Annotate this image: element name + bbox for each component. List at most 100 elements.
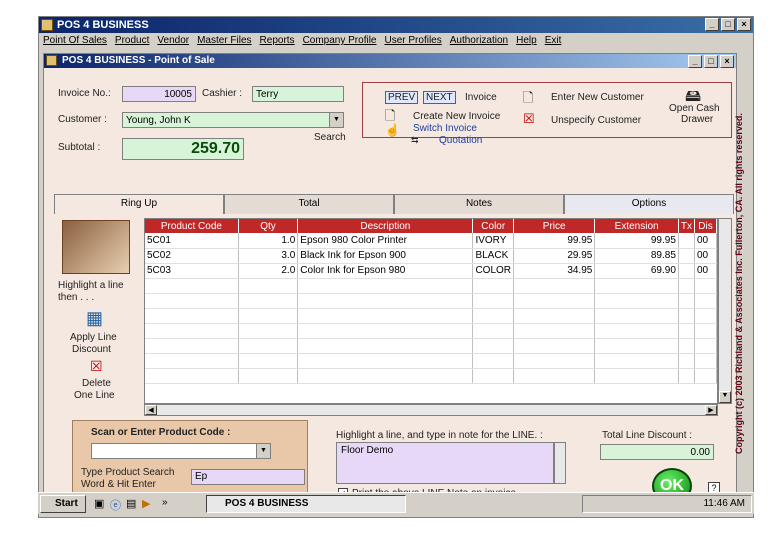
tab-total[interactable]: Total: [224, 194, 394, 214]
table-cell: [678, 353, 696, 369]
menu-user-profiles[interactable]: User Profiles: [384, 33, 441, 49]
table-cell: [145, 353, 239, 369]
customer-select[interactable]: Young, John K ▼: [122, 112, 344, 128]
taskbar-item-pos[interactable]: POS 4 BUSINESS: [206, 495, 406, 513]
actions-panel: PREV NEXT Invoice 🗋 Create New Invoice S…: [362, 82, 732, 146]
empty-row[interactable]: [145, 368, 717, 384]
chevron-down-icon[interactable]: ▼: [329, 113, 343, 127]
menu-point-of-sales[interactable]: Point Of Sales: [43, 33, 107, 49]
tab-ring-up[interactable]: Ring Up: [54, 194, 224, 214]
header-tx[interactable]: Tx: [678, 219, 696, 233]
menu-bar: Point Of Sales Product Vendor Master Fil…: [39, 33, 753, 49]
customer-label: Customer :: [58, 114, 107, 125]
calculator-icon[interactable]: ▦: [86, 308, 103, 329]
product-code-dropdown-icon[interactable]: ▼: [256, 444, 270, 458]
quicklaunch-desktop-icon[interactable]: ▣: [94, 497, 104, 510]
menu-company-profile[interactable]: Company Profile: [303, 33, 377, 49]
table-cell: [513, 338, 596, 354]
header-qty[interactable]: Qty: [238, 219, 299, 233]
menu-reports[interactable]: Reports: [260, 33, 295, 49]
unspecify-icon: ☒: [523, 111, 535, 126]
header-price[interactable]: Price: [513, 219, 596, 233]
quicklaunch-media-icon[interactable]: ▶: [142, 497, 150, 510]
next-button[interactable]: NEXT: [423, 91, 456, 104]
header-extension[interactable]: Extension: [594, 219, 679, 233]
apply-discount-button-2[interactable]: Discount: [72, 344, 111, 355]
enter-customer-button[interactable]: Enter New Customer: [551, 92, 644, 103]
scroll-left-icon[interactable]: ◀: [145, 405, 157, 415]
table-cell: [694, 368, 717, 384]
pos-close-button[interactable]: ×: [720, 55, 734, 68]
tab-options[interactable]: Options: [564, 194, 734, 214]
table-cell: [238, 278, 299, 294]
open-drawer-label-2[interactable]: Drawer: [681, 114, 713, 125]
line-note-textarea[interactable]: Floor Demo: [336, 442, 554, 484]
grid-horizontal-scrollbar[interactable]: ◀ ▶: [144, 404, 718, 416]
empty-row[interactable]: [145, 278, 717, 294]
quotation-button[interactable]: Quotation: [439, 135, 482, 146]
menu-vendor[interactable]: Vendor: [157, 33, 189, 49]
header-product-code[interactable]: Product Code: [145, 219, 239, 233]
table-cell: [238, 353, 299, 369]
tab-notes[interactable]: Notes: [394, 194, 564, 214]
product-code-select[interactable]: ▼: [91, 443, 271, 459]
table-row[interactable]: 5C02 3.0 Black Ink for Epson 900 BLACK 29.95…: [145, 248, 717, 264]
search-link[interactable]: Search: [314, 132, 346, 143]
table-cell: [238, 323, 299, 339]
empty-row[interactable]: [145, 293, 717, 309]
empty-row[interactable]: [145, 353, 717, 369]
header-dis[interactable]: Dis: [694, 219, 717, 233]
quicklaunch-folder-icon[interactable]: ▤: [126, 497, 136, 510]
prev-button[interactable]: PREV: [385, 91, 419, 104]
taskbar-item-label: POS 4 BUSINESS: [225, 498, 309, 509]
delete-icon[interactable]: ☒: [90, 358, 103, 375]
start-button[interactable]: Start: [40, 495, 86, 513]
note-label: Highlight a line, and type in note for t…: [336, 430, 543, 441]
switch-invoice-button[interactable]: Switch Invoice: [413, 123, 477, 134]
table-cell: Color Ink for Epson 980: [297, 263, 474, 279]
header-color[interactable]: Color: [472, 219, 515, 233]
open-drawer-label-1[interactable]: Open Cash: [669, 103, 720, 114]
table-row[interactable]: 5C01 1.0 Epson 980 Color Printer IVORY 99.95…: [145, 233, 717, 249]
menu-product[interactable]: Product: [115, 33, 149, 49]
table-cell: IVORY: [472, 233, 515, 249]
note-scrollbar[interactable]: [554, 442, 566, 484]
clock[interactable]: 11:46 AM: [703, 498, 745, 509]
taskbar-chevron[interactable]: »: [162, 497, 168, 508]
quicklaunch-ie-icon[interactable]: ⓔ: [110, 497, 121, 513]
scroll-right-icon[interactable]: ▶: [705, 405, 717, 415]
line-items-grid[interactable]: Product Code Qty Description Color Price…: [144, 218, 718, 404]
cashier-field[interactable]: Terry: [252, 86, 344, 102]
maximize-button[interactable]: □: [721, 18, 735, 31]
delete-line-button-1[interactable]: Delete: [82, 378, 111, 389]
tab-bar: Ring Up Total Notes Options: [54, 194, 734, 214]
menu-exit[interactable]: Exit: [545, 33, 562, 49]
menu-help[interactable]: Help: [516, 33, 537, 49]
pos-body: Invoice No.: 10005 Cashier : Terry Custo…: [44, 68, 736, 504]
header-description[interactable]: Description: [297, 219, 474, 233]
close-button[interactable]: ×: [737, 18, 751, 31]
product-search-input[interactable]: Ep: [191, 469, 305, 485]
pos-minimize-button[interactable]: _: [688, 55, 702, 68]
apply-discount-button-1[interactable]: Apply Line: [70, 332, 117, 343]
empty-row[interactable]: [145, 308, 717, 324]
grid-vertical-scrollbar[interactable]: ▼: [718, 218, 732, 404]
table-cell: [472, 308, 515, 324]
minimize-button[interactable]: _: [705, 18, 719, 31]
invoice-number-field[interactable]: 10005: [122, 86, 196, 102]
pos-window: POS 4 BUSINESS - Point of Sale _ □ × Inv…: [43, 53, 737, 504]
scroll-down-icon[interactable]: ▼: [719, 391, 731, 403]
table-cell: 5C03: [145, 263, 239, 279]
empty-row[interactable]: [145, 338, 717, 354]
table-cell: [297, 338, 474, 354]
menu-master-files[interactable]: Master Files: [197, 33, 251, 49]
pos-maximize-button[interactable]: □: [704, 55, 718, 68]
table-row[interactable]: 5C03 2.0 Color Ink for Epson 980 COLOR 34.95…: [145, 263, 717, 279]
create-invoice-button[interactable]: Create New Invoice: [413, 111, 500, 122]
empty-row[interactable]: [145, 323, 717, 339]
highlight-hint-1: Highlight a line: [58, 280, 124, 291]
unspecify-customer-button[interactable]: Unspecify Customer: [551, 115, 641, 126]
table-cell: [678, 338, 696, 354]
menu-authorization[interactable]: Authorization: [450, 33, 508, 49]
delete-line-button-2[interactable]: One Line: [74, 390, 115, 401]
